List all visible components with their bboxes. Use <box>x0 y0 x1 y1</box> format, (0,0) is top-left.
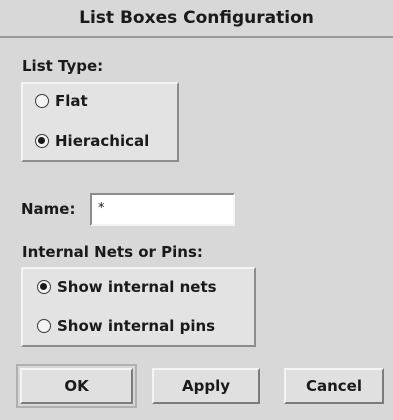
list-type-label: List Type: <box>22 57 104 75</box>
name-input[interactable]: * <box>90 193 235 226</box>
radio-flat-label: Flat <box>55 92 88 110</box>
radio-show-internal-nets[interactable]: Show internal nets <box>37 278 217 296</box>
radio-flat[interactable]: Flat <box>35 92 88 110</box>
name-label: Name: <box>21 200 76 218</box>
internal-nets-label: Internal Nets or Pins: <box>22 243 203 261</box>
radio-hierachical-label: Hierachical <box>55 132 150 150</box>
radio-show-internal-pins-indicator[interactable] <box>37 319 51 333</box>
radio-flat-indicator[interactable] <box>35 94 49 108</box>
radio-show-internal-pins[interactable]: Show internal pins <box>37 317 215 335</box>
ok-button[interactable]: OK <box>20 368 133 404</box>
radio-hierachical-indicator[interactable] <box>35 134 49 148</box>
dialog-title: List Boxes Configuration <box>0 0 393 38</box>
radio-show-internal-nets-label: Show internal nets <box>57 278 217 296</box>
radio-hierachical[interactable]: Hierachical <box>35 132 149 150</box>
list-boxes-config-dialog: List Boxes Configuration List Type: Flat… <box>0 0 393 420</box>
apply-button[interactable]: Apply <box>152 368 260 404</box>
radio-show-internal-nets-indicator[interactable] <box>37 280 51 294</box>
cancel-button[interactable]: Cancel <box>284 368 384 404</box>
radio-show-internal-pins-label: Show internal pins <box>57 317 216 335</box>
